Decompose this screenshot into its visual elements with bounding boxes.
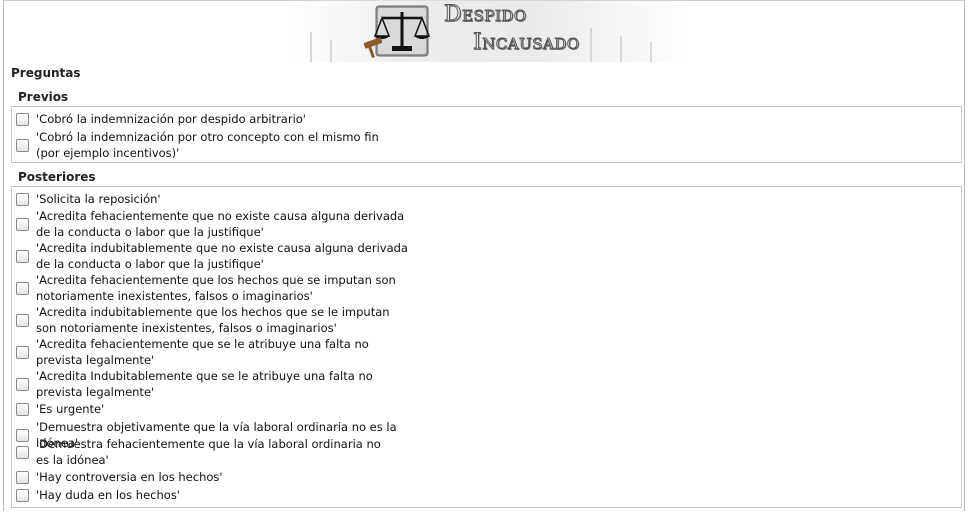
scales-of-justice-logo — [363, 5, 431, 58]
checkbox[interactable] — [16, 217, 29, 231]
posteriores-question-7[interactable]: 'Acredita Indubitablemente que se le atr… — [16, 368, 396, 400]
checkbox[interactable] — [16, 445, 29, 459]
question-label: 'Acredita fehacientemente que no existe … — [36, 209, 405, 239]
checkbox[interactable] — [16, 192, 29, 206]
previos-question-2[interactable]: 'Cobró la indemnización por otro concept… — [16, 129, 396, 161]
question-label: 'Acredita fehacientemente que los hechos… — [36, 273, 396, 303]
question-label: 'Cobró la indemnización por otro concept… — [36, 130, 379, 160]
checkbox[interactable] — [16, 112, 29, 126]
question-label: 'Hay duda en los hechos' — [36, 488, 180, 502]
question-label: 'Acredita Indubitablemente que se le atr… — [36, 369, 373, 399]
banner-grass-decoration — [620, 36, 622, 62]
posteriores-question-1[interactable]: 'Solicita la reposición' — [16, 191, 436, 207]
banner-grass-decoration — [590, 28, 592, 62]
posteriores-heading: Posteriores — [18, 170, 96, 184]
question-label: 'Acredita indubitablemente que no existe… — [36, 241, 408, 271]
banner-grass-decoration — [310, 32, 312, 62]
question-label: 'Cobró la indemnización por despido arbi… — [36, 112, 306, 126]
checkbox[interactable] — [16, 377, 29, 391]
posteriores-question-5[interactable]: 'Acredita indubitablemente que los hecho… — [16, 304, 396, 336]
posteriores-question-8[interactable]: 'Es urgente' — [16, 401, 436, 417]
posteriores-question-2[interactable]: 'Acredita fehacientemente que no existe … — [16, 208, 416, 240]
question-label: 'Demuestra fehacientemente que la vía la… — [36, 437, 381, 467]
posteriores-question-10[interactable]: 'Demuestra fehacientemente que la vía la… — [16, 436, 396, 468]
banner-grass-decoration — [330, 40, 332, 62]
posteriores-question-3[interactable]: 'Acredita indubitablemente que no existe… — [16, 240, 416, 272]
checkbox[interactable] — [16, 402, 29, 416]
preguntas-heading: Preguntas — [11, 66, 81, 80]
banner-title-line1: Despido — [444, 2, 527, 28]
question-label: 'Acredita fehacientemente que se le atri… — [36, 337, 369, 367]
question-label: 'Es urgente' — [36, 402, 105, 416]
checkbox[interactable] — [16, 138, 29, 152]
posteriores-question-4[interactable]: 'Acredita fehacientemente que los hechos… — [16, 272, 396, 304]
question-label: 'Acredita indubitablemente que los hecho… — [36, 305, 390, 335]
previos-heading: Previos — [18, 90, 69, 104]
question-label: 'Solicita la reposición' — [36, 192, 161, 206]
checkbox[interactable] — [16, 488, 29, 502]
checkbox[interactable] — [16, 470, 29, 484]
checkbox[interactable] — [16, 313, 29, 327]
banner-title-line2: Incausado — [473, 30, 580, 56]
previos-question-1[interactable]: 'Cobró la indemnización por despido arbi… — [16, 111, 436, 127]
banner-grass-decoration — [650, 42, 652, 62]
posteriores-question-6[interactable]: 'Acredita fehacientemente que se le atri… — [16, 336, 396, 368]
checkbox[interactable] — [16, 345, 29, 359]
posteriores-question-12[interactable]: 'Hay duda en los hechos' — [16, 487, 436, 503]
posteriores-question-11[interactable]: 'Hay controversia en los hechos' — [16, 469, 436, 485]
checkbox[interactable] — [16, 281, 29, 295]
question-label: 'Hay controversia en los hechos' — [36, 470, 223, 484]
app-banner: Despido Incausado — [290, 0, 690, 62]
checkbox[interactable] — [16, 249, 29, 263]
